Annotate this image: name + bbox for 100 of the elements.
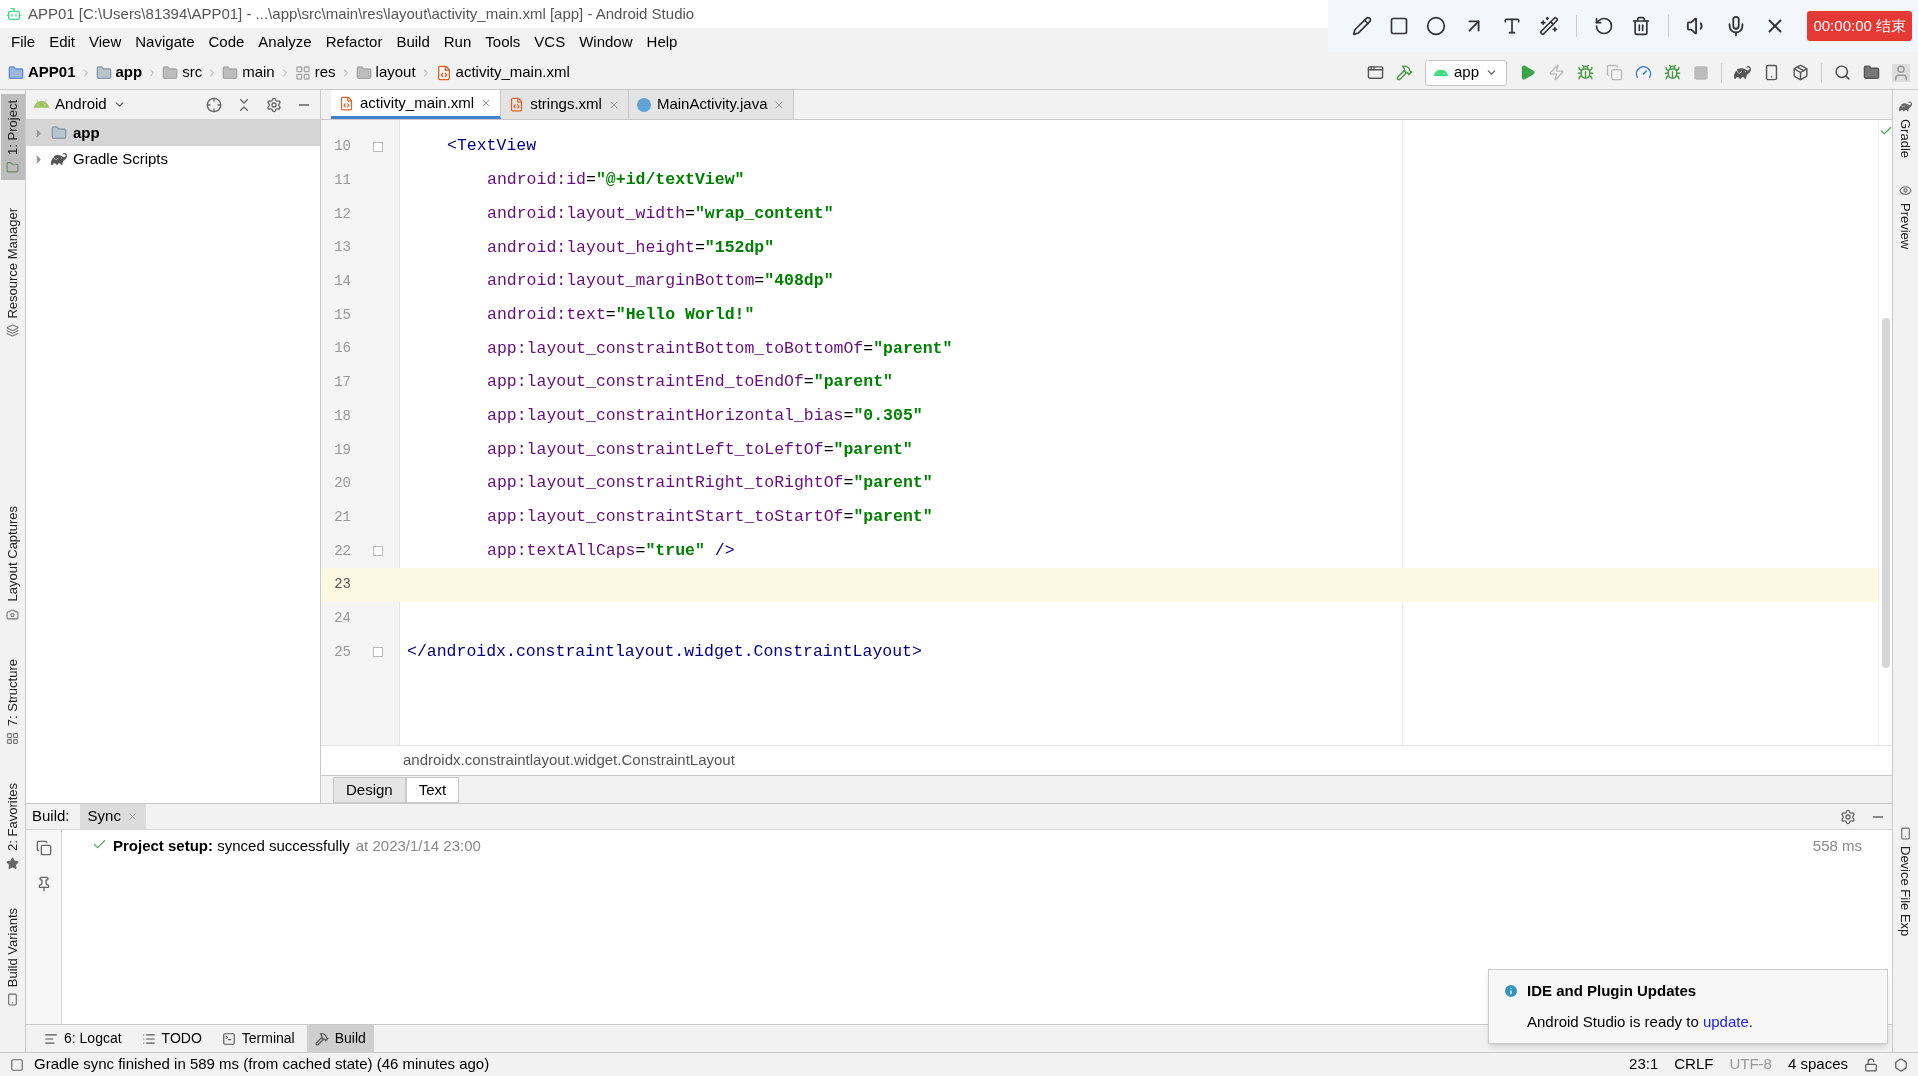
wand-icon[interactable] (1539, 16, 1559, 36)
rectangle-icon[interactable] (1389, 16, 1409, 36)
line-number: 20 (333, 474, 351, 494)
avatar-icon[interactable] (1892, 63, 1910, 82)
bug-icon[interactable] (1577, 64, 1594, 81)
line-number: 17 (333, 373, 351, 393)
fold-marker-icon[interactable] (373, 647, 383, 658)
editor-breadcrumb[interactable]: androidx.constraintlayout.widget.ConstraintLayout (403, 749, 735, 772)
circle-icon[interactable] (1426, 16, 1446, 36)
code-line: android:text="Hello World!" (486, 303, 755, 326)
package-icon[interactable] (1792, 64, 1809, 81)
breadcrumb-item[interactable]: src (182, 61, 203, 84)
elephant-icon[interactable] (1734, 64, 1751, 81)
line-number: 18 (333, 406, 351, 426)
breadcrumb-item[interactable]: main (242, 61, 275, 84)
tool-window-tab[interactable]: Build (306, 1024, 374, 1053)
settings-icon[interactable] (1840, 808, 1856, 825)
tool-window-tab[interactable]: Layout Captures (0, 500, 25, 627)
indent-setting[interactable]: 4 spaces (1787, 1053, 1848, 1076)
window-icon[interactable] (1366, 64, 1384, 81)
code-line: app:layout_constraintRight_toRightOf="parent" (486, 472, 933, 495)
menu-item[interactable]: Run (436, 30, 479, 54)
fold-marker-icon[interactable] (373, 141, 383, 152)
editor-tab[interactable]: MainActivity.java (628, 90, 795, 119)
timestamp: at 2023/1/14 23:00 (355, 836, 481, 856)
line-number: 14 (333, 272, 351, 292)
menu-item[interactable]: File (4, 30, 43, 54)
tool-window-tab[interactable]: Preview (1893, 178, 1918, 256)
tool-window-tab[interactable]: Terminal (213, 1024, 303, 1053)
editor-tab[interactable]: strings.xml (501, 90, 629, 119)
breadcrumb-item[interactable]: activity_main.xml (455, 61, 570, 84)
tool-window-tab[interactable]: 1: Project (0, 94, 25, 180)
code-line: app:textAllCaps="true" /> (486, 539, 735, 562)
tool-window-tab[interactable]: 6: Logcat (36, 1024, 130, 1053)
trash-icon[interactable] (1631, 16, 1651, 36)
tool-window-tab[interactable]: 2: Favorites (0, 776, 25, 876)
tree-item[interactable]: app (26, 120, 320, 146)
line-number: 13 (333, 238, 351, 258)
tool-window-tab[interactable]: Build Variants (0, 901, 25, 1012)
locate-icon[interactable] (206, 96, 222, 113)
play-icon[interactable] (1519, 64, 1536, 81)
tool-window-tab[interactable]: TODO (133, 1024, 210, 1053)
device-icon (1899, 826, 1912, 840)
fold-marker-icon[interactable] (373, 546, 383, 557)
tree-item[interactable]: Gradle Scripts (26, 146, 320, 172)
update-link[interactable]: update (1702, 1012, 1749, 1030)
tool-window-tab[interactable]: 7: Structure (0, 652, 25, 751)
gauge-icon[interactable] (1635, 64, 1652, 81)
undo-icon[interactable] (1594, 16, 1614, 36)
terminal-icon (221, 1031, 236, 1046)
menu-item[interactable]: Analyze (251, 30, 319, 54)
menu-item[interactable]: Edit (42, 30, 83, 54)
device-manager-icon[interactable] (1763, 64, 1780, 81)
view-tab[interactable]: Text (405, 777, 460, 803)
check-icon (1878, 124, 1893, 138)
view-tab[interactable]: Design (333, 777, 406, 803)
code-line: <TextView (446, 135, 537, 158)
menu-item[interactable]: Build (389, 30, 437, 54)
tool-window-tab[interactable]: Resource Manager (0, 201, 25, 344)
settings-icon[interactable] (266, 96, 282, 113)
duration: 558 ms (1812, 836, 1862, 856)
text-tool-icon[interactable] (1502, 16, 1522, 36)
pencil-icon[interactable] (1352, 16, 1372, 36)
project-structure-icon[interactable] (1863, 64, 1880, 81)
menu-item[interactable]: View (82, 30, 129, 54)
menu-item[interactable]: Window (572, 30, 640, 54)
tool-window-tab[interactable]: Device File Exp (1893, 820, 1918, 942)
lock-icon[interactable] (1864, 1057, 1878, 1072)
restore-icon[interactable] (35, 840, 52, 856)
line-number: 23 (333, 575, 351, 595)
breadcrumb-item[interactable]: res (314, 61, 336, 84)
search-icon[interactable] (1834, 64, 1851, 81)
tool-window-tab[interactable]: Gradle (1893, 94, 1918, 165)
breadcrumb-item[interactable]: APP01 (28, 61, 76, 84)
line-separator[interactable]: CRLF (1674, 1053, 1714, 1076)
folder-icon (8, 64, 24, 81)
breadcrumb-item[interactable]: layout (375, 61, 416, 84)
menu-item[interactable]: Refactor (318, 30, 390, 54)
stop-recording-button[interactable]: 00:00:00 结束 (1807, 11, 1912, 41)
menu-item[interactable]: VCS (527, 30, 573, 54)
code-line: android:layout_height="152dp" (486, 236, 775, 259)
scrollbar[interactable] (1881, 318, 1890, 668)
panel-tab[interactable]: Sync (79, 803, 146, 830)
run-configuration-dropdown[interactable]: app (1424, 59, 1507, 86)
hammer-icon[interactable] (1395, 64, 1413, 81)
breadcrumb-item[interactable]: app (115, 61, 143, 84)
menu-item[interactable]: Help (639, 30, 685, 54)
menu-item[interactable]: Navigate (128, 30, 202, 54)
panel-toggle-icon[interactable] (10, 1057, 24, 1072)
folder-icon (294, 64, 311, 81)
hammer-icon (314, 1031, 329, 1046)
editor-tab[interactable]: activity_main.xml (331, 90, 502, 119)
line-number: 16 (333, 339, 351, 359)
caret-position[interactable]: 23:1 (1629, 1053, 1659, 1076)
menu-item[interactable]: Code (201, 30, 252, 54)
line-number: 22 (333, 541, 351, 561)
panel-title: Build: (32, 806, 70, 827)
code-line: android:id="@+id/textView" (486, 169, 745, 192)
menu-item[interactable]: Tools (478, 30, 528, 54)
app-logo-icon (6, 6, 22, 22)
